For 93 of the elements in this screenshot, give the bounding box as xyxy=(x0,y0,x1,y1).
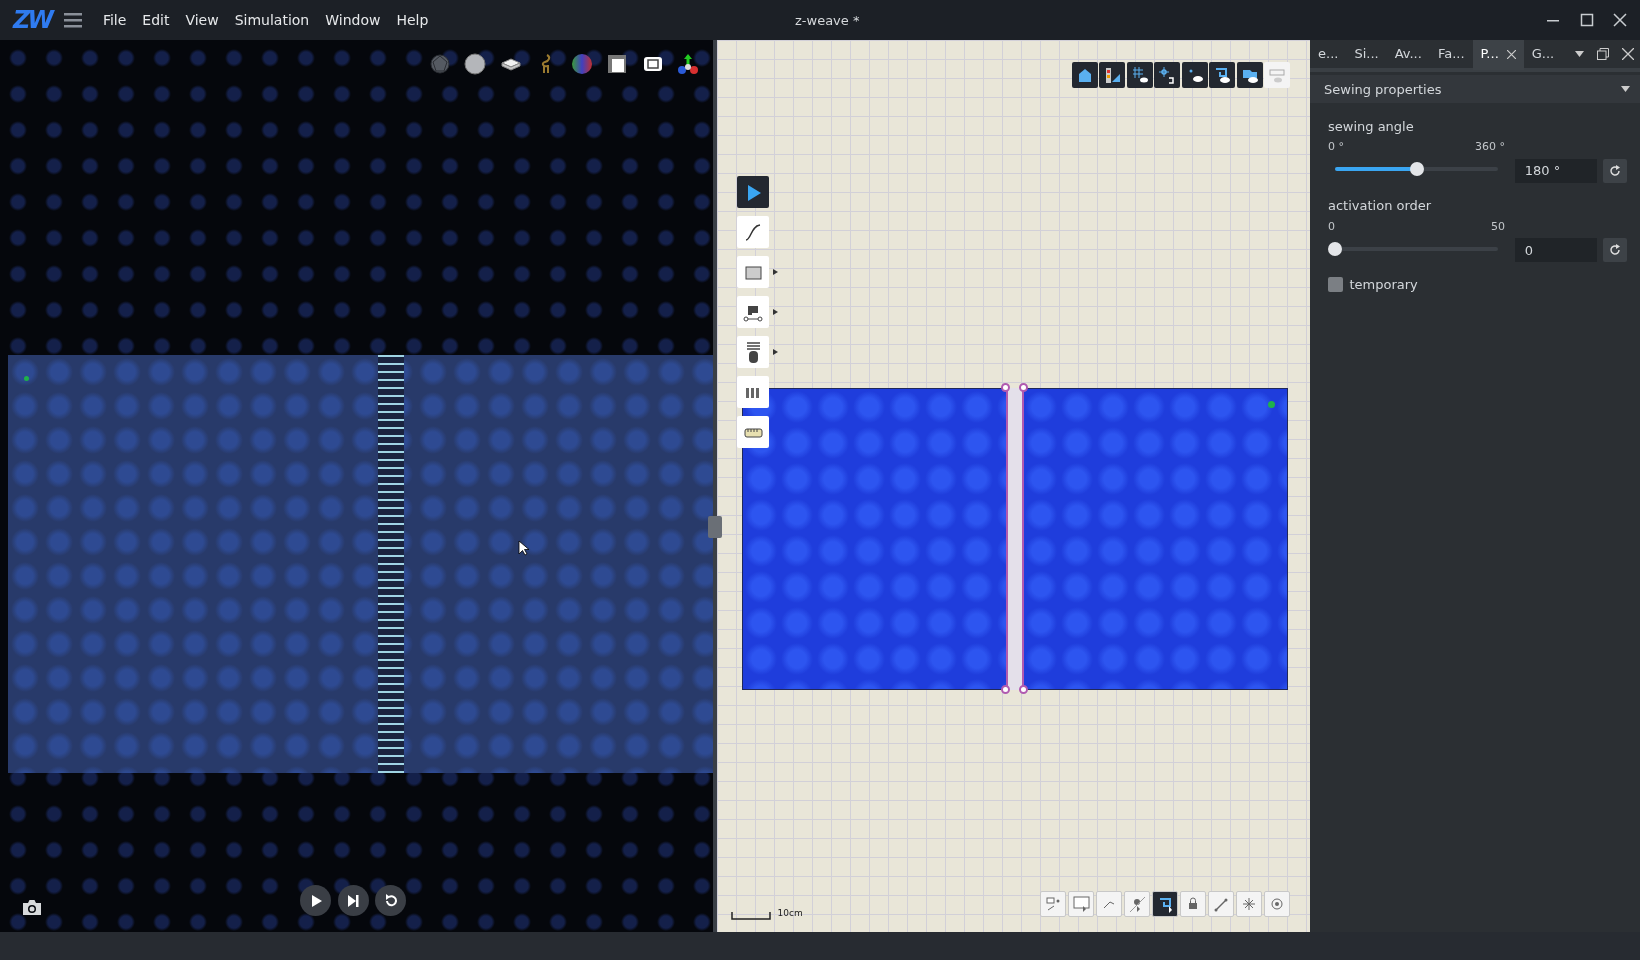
panel-tab[interactable]: e... xyxy=(1310,38,1347,70)
menu-item[interactable]: Simulation xyxy=(226,9,318,31)
seam-strip[interactable] xyxy=(1006,388,1024,690)
slider-thumb[interactable] xyxy=(1328,241,1342,256)
fold-tool-button[interactable] xyxy=(737,376,769,408)
point-toggle-button[interactable] xyxy=(1181,62,1208,88)
max-label: 50 xyxy=(1491,218,1505,235)
point-icon xyxy=(1128,895,1146,913)
dropdown-icon[interactable] xyxy=(1574,51,1584,57)
camera-icon[interactable] xyxy=(21,898,43,916)
select-button[interactable] xyxy=(737,176,769,208)
panel-tab[interactable]: G... xyxy=(1523,38,1563,70)
collapse-handle[interactable] xyxy=(708,516,722,538)
step-icon xyxy=(346,893,360,908)
slider-thumb[interactable] xyxy=(1409,162,1424,177)
tape-measure-button[interactable] xyxy=(737,416,769,448)
refresh-icon xyxy=(1609,164,1622,177)
flyout-arrow-icon[interactable] xyxy=(773,309,778,315)
window-title: z-weave * xyxy=(795,12,860,30)
grid-toggle-icon xyxy=(1130,66,1149,84)
min-label: 0 ° xyxy=(1328,139,1344,156)
target-icon xyxy=(1268,895,1286,913)
field-label: sewing angle xyxy=(1328,117,1415,136)
lock-button[interactable] xyxy=(1180,891,1206,917)
section-header[interactable]: Sewing properties xyxy=(1310,75,1640,104)
menu-item[interactable]: Window xyxy=(317,9,389,31)
value-field[interactable]: 180 ° xyxy=(1514,158,1597,183)
reset-button[interactable] xyxy=(1603,158,1628,183)
sewing-tool-button[interactable] xyxy=(737,296,769,328)
point-button[interactable] xyxy=(1124,891,1150,917)
min-label: 0 xyxy=(1328,218,1335,235)
field-label: activation order xyxy=(1328,196,1433,215)
target-button[interactable] xyxy=(1264,891,1290,917)
maximize-icon[interactable] xyxy=(1579,13,1594,27)
color-view-icon xyxy=(1103,66,1121,84)
flyout-arrow-icon[interactable] xyxy=(773,349,778,355)
snap-toggle-icon xyxy=(1158,66,1176,84)
axes-icon[interactable] xyxy=(677,53,699,75)
menu-icon[interactable] xyxy=(63,12,82,28)
app-logo: ZW xyxy=(13,8,51,32)
point-marker xyxy=(1268,401,1275,408)
polyhedron-icon[interactable] xyxy=(428,53,451,75)
close-icon[interactable] xyxy=(1613,13,1627,27)
seam-point[interactable] xyxy=(1019,685,1028,694)
seam-point[interactable] xyxy=(1019,383,1028,392)
seam-point[interactable] xyxy=(1001,685,1010,694)
grid-toggle-button[interactable] xyxy=(1126,62,1153,88)
ruler-toggle-icon xyxy=(1268,66,1286,84)
play-button[interactable] xyxy=(300,885,331,916)
reset-button[interactable] xyxy=(375,885,406,916)
menu-item[interactable]: Help xyxy=(388,9,437,31)
close-icon[interactable] xyxy=(1506,49,1516,59)
texture-view-button[interactable] xyxy=(1236,62,1263,88)
menu-item[interactable]: Edit xyxy=(134,9,178,31)
zipper-tool-button[interactable] xyxy=(737,336,769,368)
color-sphere-icon[interactable] xyxy=(570,53,593,75)
checkbox-label: temporary xyxy=(1349,276,1418,294)
piece-icon xyxy=(1072,895,1090,913)
step-button[interactable] xyxy=(337,885,369,916)
point-marker xyxy=(24,376,29,381)
panel-tab[interactable]: Si... xyxy=(1346,38,1387,70)
sphere-icon[interactable] xyxy=(464,53,486,75)
seam-point[interactable] xyxy=(1001,383,1010,392)
scale-bar xyxy=(731,912,771,920)
fabric-view-button[interactable] xyxy=(1071,62,1098,88)
reset-icon xyxy=(383,893,398,908)
sewing-view-button[interactable] xyxy=(1209,62,1235,88)
panel-tab[interactable]: P... xyxy=(1472,38,1524,70)
ruler-toggle-button[interactable] xyxy=(1264,62,1290,88)
refresh-icon xyxy=(1609,244,1622,256)
sewing-view-icon xyxy=(1213,66,1231,84)
value-field[interactable]: 0 xyxy=(1514,238,1597,262)
restore-icon[interactable] xyxy=(1596,48,1609,60)
max-label: 360 ° xyxy=(1475,139,1505,156)
curve-button[interactable] xyxy=(737,216,769,248)
sewing-button[interactable] xyxy=(1152,891,1178,917)
panel-tab[interactable]: Fa... xyxy=(1429,38,1473,70)
snap-toggle-button[interactable] xyxy=(1154,62,1180,88)
menu-item[interactable]: View xyxy=(177,9,227,31)
panel-tab[interactable]: Av... xyxy=(1386,38,1430,70)
window-icon[interactable] xyxy=(606,53,628,75)
segment-button[interactable] xyxy=(1208,891,1234,917)
piece-point-icon xyxy=(1044,895,1062,913)
scale-label: 10cm xyxy=(777,906,803,920)
cursor-icon xyxy=(518,540,530,556)
internal-button[interactable] xyxy=(1236,891,1262,917)
flyout-arrow-icon[interactable] xyxy=(773,269,778,275)
checkbox[interactable] xyxy=(1328,277,1343,293)
menu-item[interactable]: File xyxy=(94,9,135,31)
color-view-button[interactable] xyxy=(1099,62,1125,88)
internal-icon xyxy=(1240,895,1258,913)
close-icon[interactable] xyxy=(1621,48,1634,60)
reset-button[interactable] xyxy=(1603,238,1628,262)
